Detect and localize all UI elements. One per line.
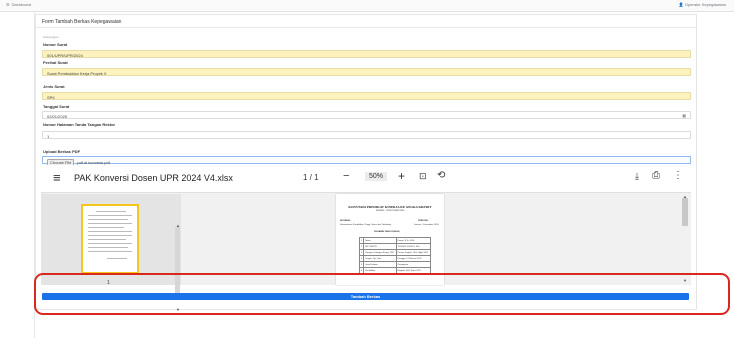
- periode-label: PERIODE :: [418, 220, 430, 222]
- fit-page-icon[interactable]: ⊡: [419, 171, 427, 182]
- instansi-value: Kementerian Pendidikan Tinggi, Sains dan…: [340, 224, 392, 226]
- sidebar-toggle-icon[interactable]: ☰: [6, 2, 10, 7]
- breadcrumb-label[interactable]: Dashboard: [12, 2, 32, 7]
- zoom-level[interactable]: 50%: [365, 172, 388, 181]
- nomor-surat-field[interactable]: 001/UPR/UPR/2024: [42, 50, 691, 58]
- perihal-surat-label: Perihal Surat: [43, 60, 68, 65]
- page-thumbnail[interactable]: [81, 204, 139, 274]
- minus-icon[interactable]: −: [343, 170, 349, 182]
- pdf-viewer: ≡ PAK Konversi Dosen UPR 2024 V4.xlsx 1 …: [41, 165, 691, 312]
- page-total: 1: [314, 173, 319, 182]
- thumbnail-panel: 1 ▲ ▼: [41, 194, 181, 312]
- page-scrollbar[interactable]: [682, 198, 688, 226]
- nomor-halaman-field[interactable]: 1: [42, 131, 691, 139]
- plus-icon[interactable]: +: [398, 169, 405, 183]
- doc-subheading: NOMOR : 1793/UN24/KP/2024: [375, 210, 405, 212]
- upload-file-input[interactable]: Choose File pdf di konversi.pdf: [42, 156, 691, 166]
- card-title: Form Tambah Berkas Kepegawaian: [36, 15, 696, 28]
- pdf-title: PAK Konversi Dosen UPR 2024 V4.xlsx: [74, 173, 233, 183]
- download-icon[interactable]: ⤓: [635, 171, 639, 182]
- pdf-toolbar: ≡ PAK Konversi Dosen UPR 2024 V4.xlsx 1 …: [41, 165, 691, 193]
- user-name[interactable]: Operator Kepegawaian: [685, 2, 726, 7]
- jenis-surat-field[interactable]: SPK: [42, 92, 691, 100]
- tanggal-surat-field[interactable]: 02/01/2025 ▦: [42, 111, 691, 119]
- periode-value: Januari - Desember 2024: [414, 224, 439, 226]
- nomor-halaman-label: Nomor Halaman Tanda Tangan Rektor: [43, 122, 116, 127]
- nomor-surat-label: Nomor Surat: [43, 42, 68, 47]
- doc-table-header: PEGAWAI YANG DINILAI: [374, 231, 400, 233]
- app-root: ☰ Dashboard 👤 Operator Kepegawaian Form T…: [0, 0, 734, 338]
- perihal-surat-field[interactable]: Surat Pembuktian Kerja Proyek X: [42, 68, 691, 76]
- instansi-label: INSTANSI :: [340, 220, 352, 222]
- doc-table: 1 Nama Fiason, S.Si., M.Sc 2 NIP / NUPTK 197…: [358, 237, 432, 274]
- user-menu[interactable]: 👤 Operator Kepegawaian: [679, 2, 726, 7]
- upload-filename: pdf di konversi.pdf: [77, 159, 110, 165]
- upload-label: Upload Berkas PDF: [43, 149, 81, 154]
- menu-icon[interactable]: ≡: [53, 170, 61, 185]
- doc-heading: KONVERSI PREDIKAT KINERJA KE ANGKA KREDI…: [348, 205, 432, 209]
- rotate-icon[interactable]: ⟲: [437, 170, 445, 181]
- tanggal-surat-label: Tanggal Surat: [43, 104, 70, 109]
- tanggal-surat-value: 02/01/2025: [47, 113, 68, 119]
- breadcrumb[interactable]: ☰ Dashboard: [6, 2, 31, 7]
- more-vertical-icon[interactable]: ⋮: [673, 170, 683, 181]
- user-icon: 👤: [678, 2, 684, 7]
- print-icon[interactable]: ⎙: [652, 170, 660, 181]
- pdf-page: KONVERSI PREDIKAT KINERJA KE ANGKA KREDI…: [336, 194, 444, 285]
- jenis-surat-label: Jenis Surat: [43, 84, 65, 89]
- section-label: Keterangan: [43, 35, 59, 39]
- highlight-annotation: [34, 273, 730, 315]
- page-current[interactable]: 1: [303, 173, 307, 182]
- top-bar: ☰ Dashboard 👤 Operator Kepegawaian: [0, 0, 734, 12]
- page-indicator[interactable]: 1 / 1: [303, 173, 319, 182]
- calendar-icon[interactable]: ▦: [682, 113, 686, 118]
